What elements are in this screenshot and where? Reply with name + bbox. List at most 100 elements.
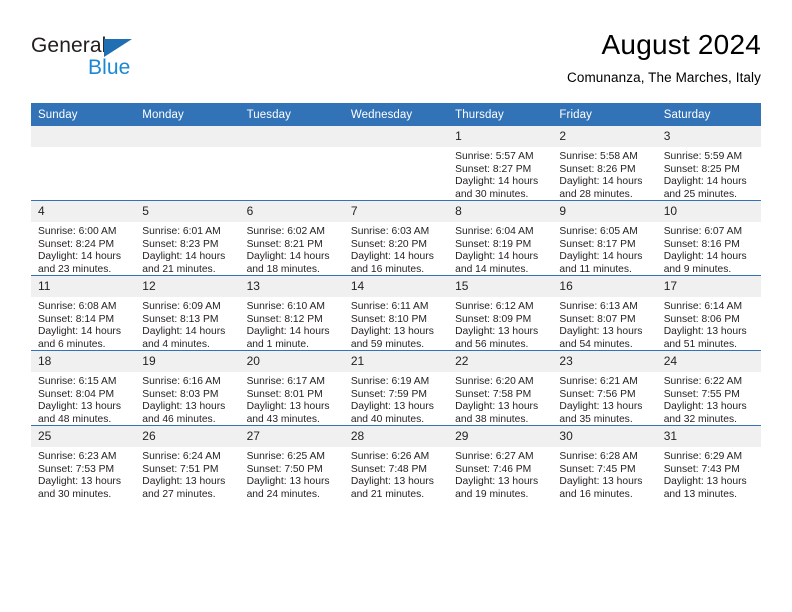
calendar-day-cell[interactable]: 1 Sunrise: 5:57 AM Sunset: 8:27 PM Daylight…: [448, 126, 553, 201]
day-number: 25: [31, 426, 136, 447]
day-number: 19: [135, 351, 240, 372]
day-number: 16: [552, 276, 657, 297]
day-cell-inner: 14 Sunrise: 6:11 AM Sunset: 8:10 PM Dayligh…: [343, 276, 449, 350]
daylight-text-line1: Daylight: 13 hours: [350, 326, 434, 338]
calendar-day-cell[interactable]: 25 Sunrise: 6:23 AM Sunset: 7:53 PM Dayligh…: [31, 425, 136, 500]
calendar-day-cell[interactable]: 14 Sunrise: 6:11 AM Sunset: 8:10 PM Dayligh…: [343, 275, 449, 351]
calendar-day-cell[interactable]: 10 Sunrise: 6:07 AM Sunset: 8:16 PM Dayligh…: [656, 200, 761, 276]
daylight-text-line2: and 14 minutes.: [455, 263, 529, 275]
calendar-day-cell[interactable]: 11 Sunrise: 6:08 AM Sunset: 8:14 PM Dayligh…: [31, 275, 136, 351]
calendar-day-cell[interactable]: 7 Sunrise: 6:03 AM Sunset: 8:20 PM Daylight…: [343, 200, 449, 276]
sunset-text: Sunset: 8:09 PM: [455, 313, 532, 325]
daylight-text-line2: and 16 minutes.: [350, 263, 425, 275]
calendar-day-cell[interactable]: 13 Sunrise: 6:10 AM Sunset: 8:12 PM Dayligh…: [239, 275, 344, 351]
daylight-text-line1: Daylight: 14 hours: [142, 326, 226, 338]
sunset-text: Sunset: 7:55 PM: [663, 388, 740, 400]
sunrise-text: Sunrise: 6:27 AM: [455, 451, 534, 462]
calendar-cell-empty: [343, 126, 449, 201]
day-number: 17: [656, 276, 761, 297]
sunrise-text: Sunrise: 6:21 AM: [559, 376, 638, 387]
day-cell-inner: 6 Sunrise: 6:02 AM Sunset: 8:21 PM Daylight…: [239, 201, 344, 275]
day-number: 1: [448, 126, 553, 147]
sunrise-text: Sunrise: 6:25 AM: [246, 451, 325, 462]
calendar-day-cell[interactable]: 23 Sunrise: 6:21 AM Sunset: 7:56 PM Dayligh…: [552, 350, 657, 426]
calendar-day-cell[interactable]: 30 Sunrise: 6:28 AM Sunset: 7:45 PM Dayligh…: [552, 425, 657, 500]
calendar-day-cell[interactable]: 8 Sunrise: 6:04 AM Sunset: 8:19 PM Daylight…: [448, 200, 553, 276]
calendar-day-cell[interactable]: 19 Sunrise: 6:16 AM Sunset: 8:03 PM Dayligh…: [135, 350, 240, 426]
daylight-text-line2: and 11 minutes.: [559, 263, 632, 275]
day-sun-info: Sunrise: 6:07 AM Sunset: 8:16 PM Daylight:…: [657, 222, 761, 276]
sunrise-text: Sunrise: 6:16 AM: [142, 376, 221, 387]
daylight-text-line2: and 59 minutes.: [350, 338, 425, 350]
sunset-text: Sunset: 8:19 PM: [455, 238, 532, 250]
calendar-day-cell[interactable]: 18 Sunrise: 6:15 AM Sunset: 8:04 PM Dayligh…: [31, 350, 136, 426]
calendar-day-cell[interactable]: 17 Sunrise: 6:14 AM Sunset: 8:06 PM Dayligh…: [656, 275, 761, 351]
daylight-text-line2: and 4 minutes.: [142, 338, 210, 350]
daylight-text-line1: Daylight: 14 hours: [559, 176, 643, 188]
day-cell-inner: 8 Sunrise: 6:04 AM Sunset: 8:19 PM Daylight…: [448, 201, 553, 275]
calendar-cell-empty: [31, 126, 136, 201]
calendar-day-cell[interactable]: 27 Sunrise: 6:25 AM Sunset: 7:50 PM Dayligh…: [239, 425, 344, 501]
sunrise-text: Sunrise: 6:01 AM: [142, 226, 221, 237]
weekday-header-wednesday: Wednesday: [343, 103, 449, 126]
sunrise-text: Sunrise: 6:29 AM: [663, 451, 743, 462]
calendar-week-row: 4 Sunrise: 6:00 AM Sunset: 8:24 PM Daylight…: [31, 200, 761, 276]
sunrise-text: Sunrise: 6:24 AM: [142, 451, 221, 462]
calendar-day-cell[interactable]: 16 Sunrise: 6:13 AM Sunset: 8:07 PM Dayligh…: [552, 275, 657, 351]
daylight-text-line1: Daylight: 13 hours: [38, 401, 121, 413]
daylight-text-line2: and 23 minutes.: [38, 263, 112, 275]
sunset-text: Sunset: 8:23 PM: [142, 238, 219, 250]
sunrise-text: Sunrise: 6:26 AM: [350, 451, 430, 462]
calendar-day-cell[interactable]: 5 Sunrise: 6:01 AM Sunset: 8:23 PM Daylight…: [135, 200, 240, 276]
sunset-text: Sunset: 7:58 PM: [455, 388, 532, 400]
sunrise-text: Sunrise: 6:07 AM: [663, 226, 743, 237]
daylight-text-line1: Daylight: 13 hours: [350, 476, 434, 488]
calendar-day-cell[interactable]: 29 Sunrise: 6:27 AM Sunset: 7:46 PM Dayligh…: [448, 425, 553, 500]
calendar-day-cell[interactable]: 4 Sunrise: 6:00 AM Sunset: 8:24 PM Daylight…: [31, 200, 136, 276]
calendar-cell-empty: [239, 126, 344, 201]
calendar-week-row: 18 Sunrise: 6:15 AM Sunset: 8:04 PM Dayligh…: [31, 350, 761, 426]
calendar-day-cell[interactable]: 9 Sunrise: 6:05 AM Sunset: 8:17 PM Daylight…: [552, 200, 657, 276]
calendar-day-cell[interactable]: 21 Sunrise: 6:19 AM Sunset: 7:59 PM Dayligh…: [343, 350, 449, 426]
sunset-text: Sunset: 7:51 PM: [142, 463, 219, 475]
daylight-text-line2: and 18 minutes.: [246, 263, 320, 275]
day-number: 14: [343, 276, 449, 297]
day-cell-inner: 22 Sunrise: 6:20 AM Sunset: 7:58 PM Dayligh…: [448, 351, 553, 425]
day-number: 26: [135, 426, 240, 447]
calendar-day-cell[interactable]: 6 Sunrise: 6:02 AM Sunset: 8:21 PM Daylight…: [239, 200, 344, 276]
day-cell-inner: 31 Sunrise: 6:29 AM Sunset: 7:43 PM Dayligh…: [656, 426, 761, 500]
daylight-text-line2: and 38 minutes.: [455, 413, 529, 425]
calendar-day-cell[interactable]: 2 Sunrise: 5:58 AM Sunset: 8:26 PM Daylight…: [552, 126, 657, 201]
day-number: 21: [343, 351, 449, 372]
sunset-text: Sunset: 7:53 PM: [38, 463, 115, 475]
sunset-text: Sunset: 8:21 PM: [246, 238, 323, 250]
daylight-text-line1: Daylight: 13 hours: [559, 326, 643, 338]
generalblue-logo[interactable]: General Blue: [31, 34, 251, 88]
day-number: 4: [31, 201, 136, 222]
daylight-text-line1: Daylight: 14 hours: [38, 251, 121, 263]
sunset-text: Sunset: 7:48 PM: [350, 463, 427, 475]
day-number: [239, 126, 344, 147]
calendar-day-cell[interactable]: 28 Sunrise: 6:26 AM Sunset: 7:48 PM Dayligh…: [343, 425, 449, 500]
daylight-text-line2: and 28 minutes.: [559, 188, 633, 200]
calendar-day-cell[interactable]: 22 Sunrise: 6:20 AM Sunset: 7:58 PM Dayligh…: [448, 350, 553, 426]
calendar-day-cell[interactable]: 15 Sunrise: 6:12 AM Sunset: 8:09 PM Dayligh…: [448, 275, 553, 351]
calendar-day-cell[interactable]: 3 Sunrise: 5:59 AM Sunset: 8:25 PM Daylight…: [656, 126, 761, 201]
calendar-day-cell[interactable]: 26 Sunrise: 6:24 AM Sunset: 7:51 PM Dayligh…: [135, 425, 240, 500]
logo-triangle-icon: [104, 39, 132, 57]
sunset-text: Sunset: 8:10 PM: [350, 313, 427, 325]
calendar-day-cell[interactable]: 20 Sunrise: 6:17 AM Sunset: 8:01 PM Dayligh…: [239, 350, 344, 426]
daylight-text-line1: Daylight: 13 hours: [663, 326, 747, 338]
calendar-body: 1 Sunrise: 5:57 AM Sunset: 8:27 PM Daylight…: [31, 126, 761, 500]
day-cell-inner: 27 Sunrise: 6:25 AM Sunset: 7:50 PM Dayligh…: [239, 426, 344, 501]
sunset-text: Sunset: 8:16 PM: [663, 238, 740, 250]
sunrise-text: Sunrise: 6:22 AM: [663, 376, 743, 387]
calendar-day-cell[interactable]: 12 Sunrise: 6:09 AM Sunset: 8:13 PM Dayligh…: [135, 275, 240, 351]
day-number: 18: [31, 351, 136, 372]
day-sun-info: Sunrise: 6:10 AM Sunset: 8:12 PM Daylight:…: [240, 297, 344, 351]
calendar-day-cell[interactable]: 24 Sunrise: 6:22 AM Sunset: 7:55 PM Dayligh…: [656, 350, 761, 426]
day-sun-info: Sunrise: 6:25 AM Sunset: 7:50 PM Daylight:…: [240, 447, 344, 501]
daylight-text-line1: Daylight: 13 hours: [455, 326, 539, 338]
calendar-day-cell[interactable]: 31 Sunrise: 6:29 AM Sunset: 7:43 PM Dayligh…: [656, 425, 761, 500]
day-cell-inner: 10 Sunrise: 6:07 AM Sunset: 8:16 PM Dayligh…: [656, 201, 761, 276]
